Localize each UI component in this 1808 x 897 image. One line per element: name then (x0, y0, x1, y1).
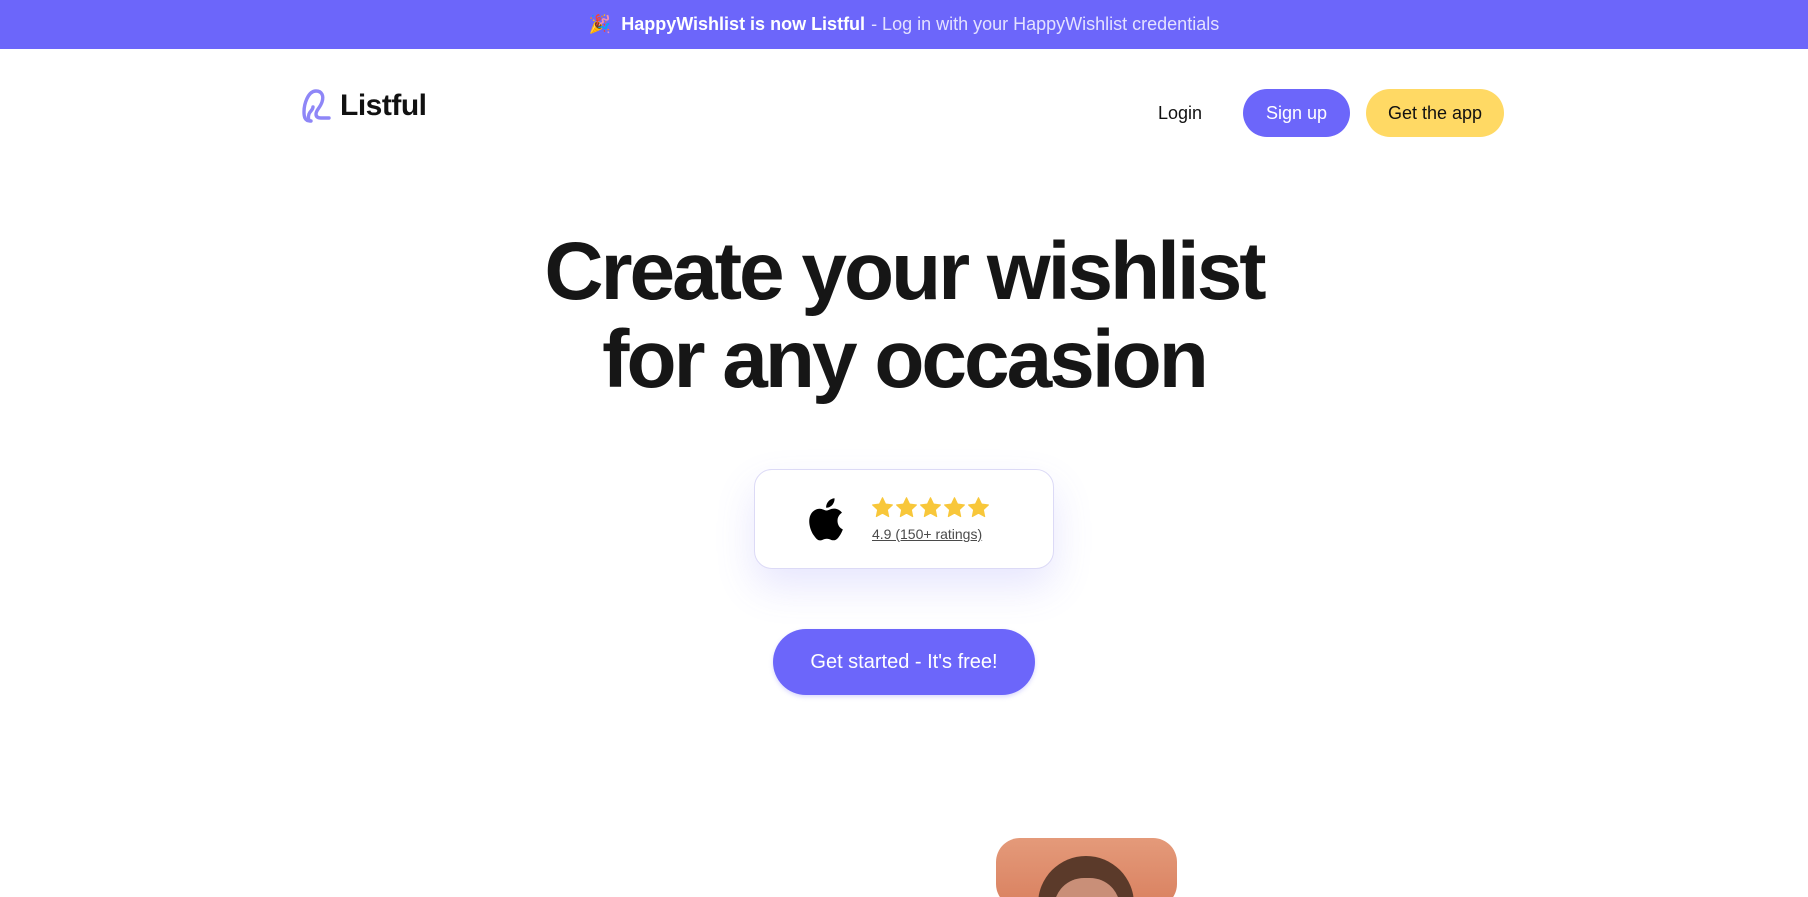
party-popper-icon: 🎉 (588, 14, 612, 34)
rating-link[interactable]: 4.9 (150+ ratings) (872, 526, 982, 542)
headline-line-2: for any occasion (602, 314, 1209, 405)
get-started-button[interactable]: Get started - It's free! (773, 629, 1035, 695)
banner-message: - Log in with your HappyWishlist credent… (871, 14, 1220, 34)
get-app-button[interactable]: Get the app (1366, 89, 1504, 137)
announcement-banner: 🎉 HappyWishlist is now Listful - Log in … (0, 0, 1808, 49)
star-icon (896, 497, 917, 518)
listful-logo-icon (302, 89, 331, 123)
star-icon (920, 497, 941, 518)
star-icon (872, 497, 893, 518)
hero-headline: Create your wishlist for any occasion (454, 228, 1354, 404)
star-icon (944, 497, 965, 518)
banner-highlight: HappyWishlist is now Listful (621, 14, 866, 34)
profile-photo-card (996, 838, 1177, 897)
logo-text: Listful (340, 89, 427, 122)
signup-button[interactable]: Sign up (1243, 89, 1350, 137)
star-rating (871, 496, 990, 519)
logo[interactable]: Listful (302, 86, 427, 126)
star-icon (968, 497, 989, 518)
apple-icon (809, 498, 843, 541)
app-store-rating-card[interactable]: 4.9 (150+ ratings) (754, 469, 1054, 569)
headline-line-1: Create your wishlist (544, 226, 1266, 317)
login-link[interactable]: Login (1142, 89, 1218, 137)
